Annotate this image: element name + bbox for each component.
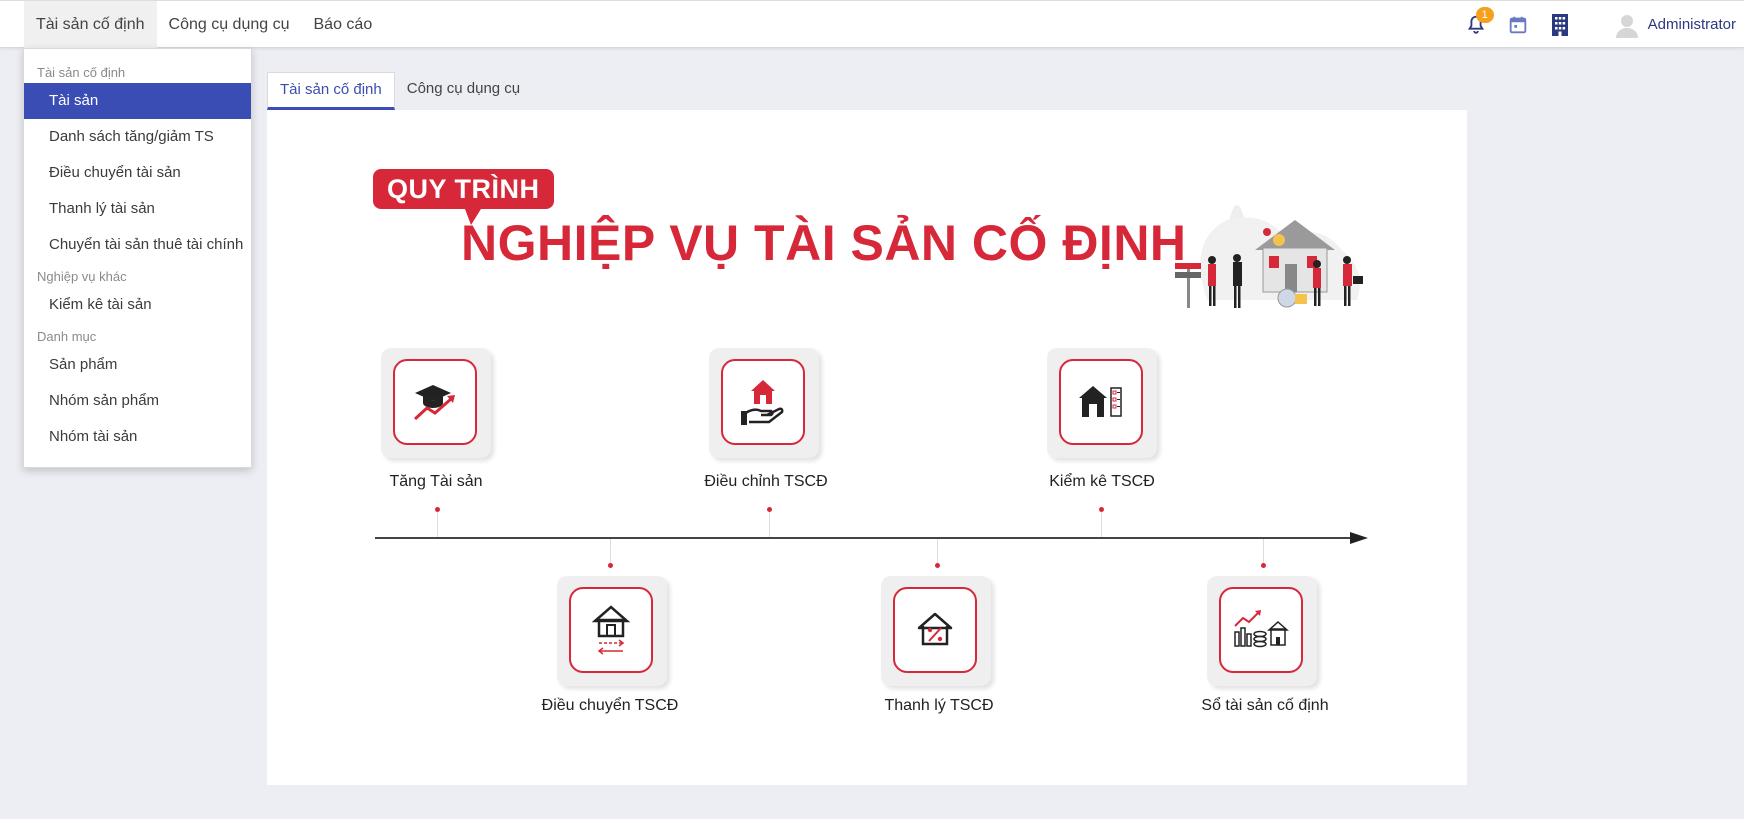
process-panel: QUY TRÌNH NGHIỆP VỤ TÀI SẢN CỐ ĐỊNH Tăng… <box>267 110 1467 785</box>
nav-fixed-assets[interactable]: Tài sản cố định <box>24 1 157 48</box>
step-label: Kiểm kê TSCĐ <box>1049 473 1155 490</box>
timeline-tick <box>937 539 938 564</box>
timeline-tick <box>1101 510 1102 537</box>
menu-item-increase-decrease[interactable]: Danh sách tăng/giảm TS <box>24 119 251 155</box>
step-increase-assets[interactable] <box>381 348 491 458</box>
house-checklist-icon <box>1079 386 1122 417</box>
menu-group-other: Nghiệp vụ khác <box>37 269 127 284</box>
step-label: Điều chỉnh TSCĐ <box>704 473 828 490</box>
menu-item-inventory-check[interactable]: Kiểm kê tài sản <box>24 287 251 323</box>
nav-tools[interactable]: Công cụ dụng cụ <box>157 1 302 48</box>
menu-item-product-groups[interactable]: Nhóm sản phẩm <box>24 383 251 419</box>
step-label: Điều chuyển TSCĐ <box>541 697 679 714</box>
timeline-line <box>375 537 1355 539</box>
step-icon-frame <box>393 359 477 445</box>
real-estate-illustration <box>1175 205 1363 308</box>
house-percent-icon <box>917 612 953 646</box>
content-tabs: Tài sản cố định Công cụ dụng cụ <box>267 72 532 110</box>
company-button[interactable] <box>1546 11 1574 39</box>
tab-fixed-assets[interactable]: Tài sản cố định <box>267 72 395 110</box>
step-icon-frame <box>569 587 653 673</box>
fixed-assets-dropdown: Tài sản cố định Tài sản Danh sách tăng/g… <box>23 48 252 468</box>
menu-item-liquidation[interactable]: Thanh lý tài sản <box>24 191 251 227</box>
avatar-icon <box>1615 14 1638 38</box>
step-label: Tăng Tài sản <box>389 473 483 490</box>
user-name: Administrator <box>1647 16 1736 33</box>
building-icon <box>1551 13 1568 36</box>
main-nav: Tài sản cố định Công cụ dụng cụ Báo cáo <box>24 1 384 48</box>
menu-item-products[interactable]: Sản phẩm <box>24 347 251 383</box>
menu-item-transfer[interactable]: Điều chuyển tài sản <box>24 155 251 191</box>
house-transfer-icon <box>591 605 631 655</box>
step-adjust[interactable] <box>709 348 819 458</box>
timeline-arrow-icon <box>1350 532 1368 544</box>
timeline-tick <box>610 539 611 564</box>
timeline-tick <box>437 510 438 537</box>
step-icon-frame <box>1219 587 1303 673</box>
top-navbar: Tài sản cố định Công cụ dụng cụ Báo cáo … <box>0 0 1744 48</box>
menu-group-catalog: Danh mục <box>37 329 97 344</box>
menu-item-assets[interactable]: Tài sản <box>24 83 251 119</box>
step-label: Sổ tài sản cố định <box>1201 697 1329 714</box>
step-icon-frame <box>893 587 977 673</box>
timeline-tick <box>769 510 770 537</box>
step-inventory[interactable] <box>1047 348 1157 458</box>
calendar-icon <box>1509 16 1526 33</box>
calendar-button[interactable] <box>1504 11 1532 39</box>
timeline-dot <box>1261 563 1266 568</box>
step-icon-frame <box>721 359 805 445</box>
timeline-dot <box>1099 507 1104 512</box>
menu-item-asset-groups[interactable]: Nhóm tài sản <box>24 419 251 455</box>
timeline-dot <box>767 507 772 512</box>
step-icon-frame <box>1059 359 1143 445</box>
step-liquidation[interactable] <box>881 576 991 686</box>
menu-item-finance-lease[interactable]: Chuyển tài sản thuê tài chính <box>24 227 251 263</box>
timeline-tick <box>1263 539 1264 564</box>
menu-group-fixed-assets: Tài sản cố định <box>37 65 126 80</box>
nav-reports[interactable]: Báo cáo <box>302 1 385 48</box>
step-asset-ledger[interactable] <box>1207 576 1317 686</box>
graduation-growth-icon <box>413 385 455 421</box>
timeline-dot <box>608 563 613 568</box>
hand-house-icon <box>741 380 784 425</box>
timeline-dot <box>435 507 440 512</box>
notification-button[interactable]: 1 <box>1462 6 1494 39</box>
notification-badge: 1 <box>1475 6 1494 23</box>
header-actions: 1 Administrator <box>1448 1 1736 48</box>
timeline-dot <box>935 563 940 568</box>
step-label: Thanh lý TSCĐ <box>884 697 994 714</box>
process-title: NGHIỆP VỤ TÀI SẢN CỐ ĐỊNH <box>461 215 1187 271</box>
user-menu[interactable]: Administrator <box>1614 12 1736 38</box>
ledger-chart-icon <box>1234 610 1289 648</box>
tab-tools[interactable]: Công cụ dụng cụ <box>395 72 532 110</box>
process-badge: QUY TRÌNH <box>373 169 554 225</box>
step-transfer[interactable] <box>557 576 667 686</box>
